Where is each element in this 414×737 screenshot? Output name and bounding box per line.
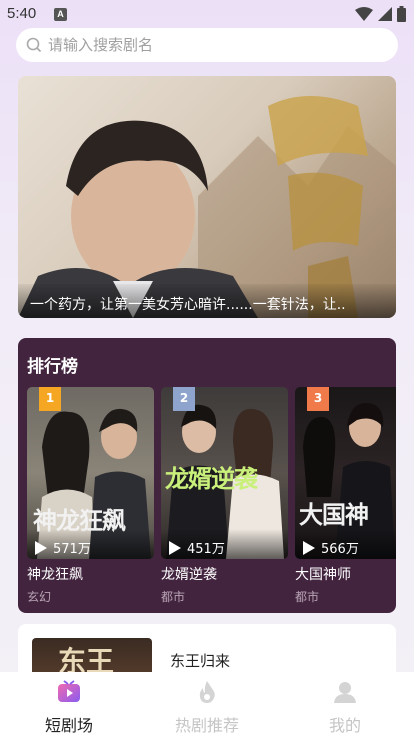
play-icon: [169, 540, 181, 555]
tab-label: 短剧场: [44, 716, 93, 735]
cover-title: 龙婿逆袭: [165, 464, 258, 493]
views-text: 571万: [53, 542, 91, 557]
ranking-section: 排行榜 神龙狂飙 1 571万 神龙狂飙 玄幻 龙婿逆袭 2 451万 龙婿逆袭…: [18, 338, 396, 613]
banner-image: [18, 96, 396, 318]
rank-badge: 1: [39, 387, 61, 411]
banner-carousel[interactable]: 一个药方，让第一美女芳心暗许......一套针法，让..: [18, 76, 396, 318]
profile-icon: [334, 682, 356, 703]
cover-title: 大国神: [299, 500, 369, 529]
drama-cover: 神龙狂飙 1 571万: [27, 387, 154, 559]
drama-name: 大国神师: [295, 567, 351, 583]
status-icons: [355, 5, 406, 23]
drama-tag: 都市: [295, 590, 320, 604]
signal-icon: [378, 7, 392, 21]
ranking-title: 排行榜: [27, 357, 78, 377]
ranking-item-3[interactable]: 大国神 3 566万 大国神师 都市: [295, 387, 396, 605]
search-icon: [26, 37, 42, 53]
status-time: 5:40: [7, 5, 37, 22]
tab-theater[interactable]: 短剧场: [0, 672, 138, 737]
views-count: 571万: [35, 538, 91, 557]
drama-tag: 玄幻: [27, 590, 52, 604]
views-count: 566万: [303, 538, 359, 557]
drama-title: 东王归来: [170, 652, 231, 670]
ranking-item-1[interactable]: 神龙狂飙 1 571万 神龙狂飙 玄幻: [27, 387, 154, 605]
banner-caption-bar: 一个药方，让第一美女芳心暗许......一套针法，让..: [18, 284, 396, 318]
tab-label: 热剧推荐: [174, 716, 239, 735]
views-count: 451万: [169, 538, 225, 557]
drama-cover: 龙婿逆袭 2 451万: [161, 387, 288, 559]
rank-badge: 3: [307, 387, 329, 411]
views-text: 566万: [321, 542, 359, 557]
ranking-item-2[interactable]: 龙婿逆袭 2 451万 龙婿逆袭 都市: [161, 387, 288, 605]
play-icon: [35, 540, 47, 555]
bottom-tab-bar: 短剧场 热剧推荐 我的: [0, 672, 414, 737]
rank-badge: 2: [173, 387, 195, 411]
tab-label: 我的: [328, 716, 361, 735]
tab-profile[interactable]: 我的: [276, 672, 414, 737]
views-text: 451万: [187, 542, 225, 557]
drama-name: 神龙狂飙: [27, 567, 83, 583]
search-input[interactable]: [48, 28, 378, 62]
flame-icon: [199, 681, 215, 703]
tv-play-icon: [58, 680, 80, 702]
play-icon: [303, 540, 315, 555]
banner-caption: 一个药方，让第一美女芳心暗许......一套针法，让..: [30, 297, 346, 313]
status-bar: 5:40 A: [0, 0, 414, 28]
drama-cover: 大国神 3 566万: [295, 387, 396, 559]
battery-icon: [397, 6, 406, 22]
drama-name: 龙婿逆袭: [161, 567, 217, 583]
wifi-icon: [355, 7, 373, 21]
drama-tag: 都市: [161, 590, 186, 604]
notification-a-icon: A: [54, 8, 67, 21]
search-bar[interactable]: [16, 28, 398, 62]
tab-hot-recommend[interactable]: 热剧推荐: [138, 672, 276, 737]
